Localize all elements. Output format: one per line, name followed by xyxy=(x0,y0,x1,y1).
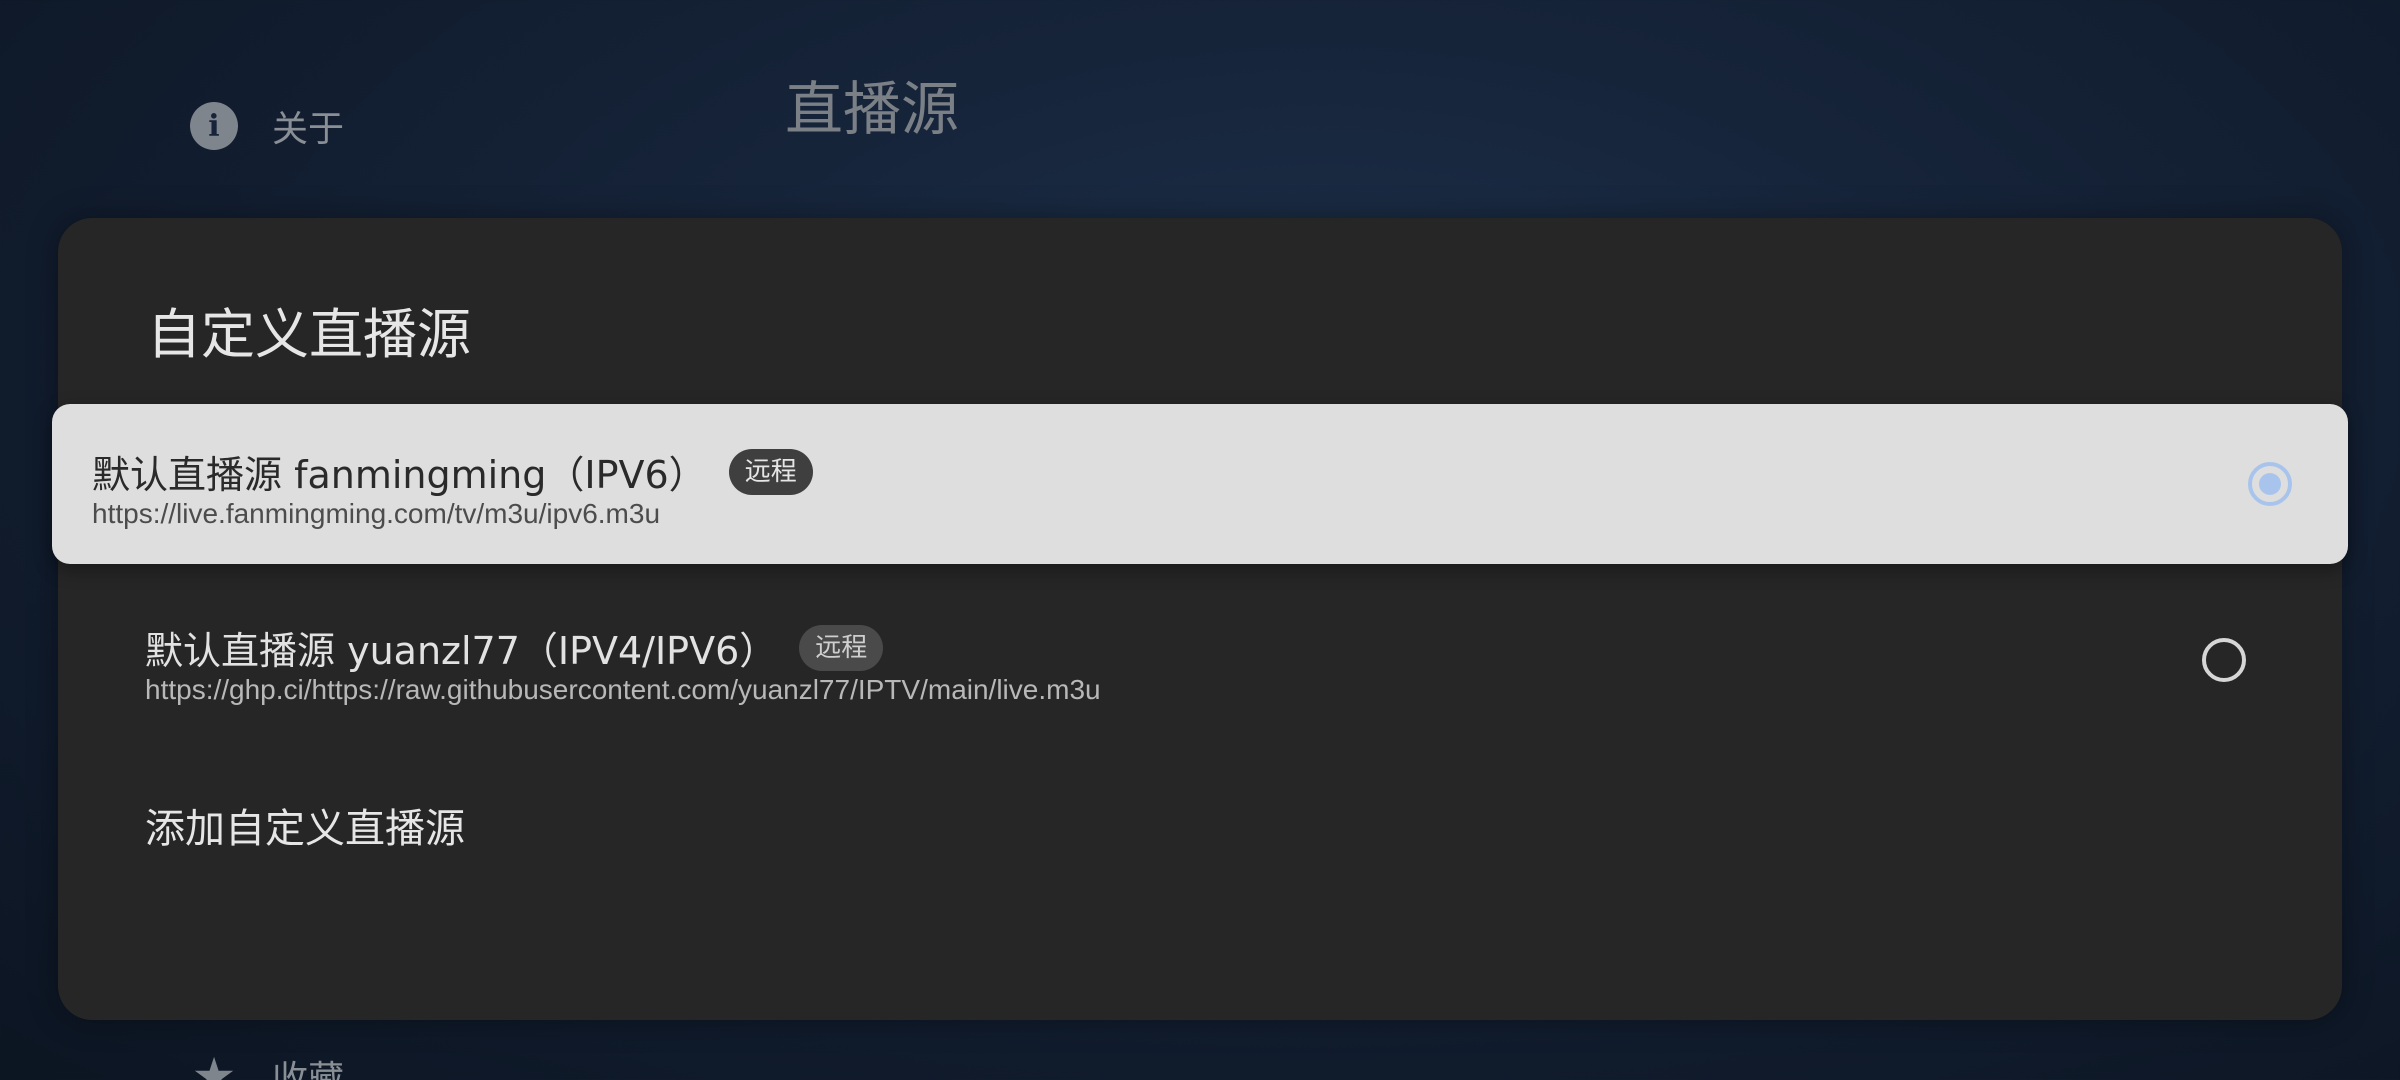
source-header: 默认直播源 yuanzl77（IPV4/IPV6） 远程 xyxy=(145,620,884,675)
source-header: 默认直播源 fanmingming（IPV6） 远程 xyxy=(92,444,813,499)
radio-selected-icon[interactable] xyxy=(2248,462,2292,506)
radio-unselected-icon[interactable] xyxy=(2202,638,2246,682)
source-badge: 远程 xyxy=(728,448,813,495)
sidebar-item-about[interactable]: i 关于 xyxy=(190,100,344,152)
add-custom-source-button[interactable]: 添加自定义直播源 xyxy=(145,796,465,854)
sidebar-item-favorites[interactable]: ★ 收藏 xyxy=(190,1050,344,1080)
sidebar-item-label: 关于 xyxy=(272,109,345,150)
source-badge: 远程 xyxy=(799,624,884,671)
source-item-yuanzl77[interactable]: 默认直播源 yuanzl77（IPV4/IPV6） 远程 https://ghp… xyxy=(58,600,2342,720)
source-name: 默认直播源 yuanzl77（IPV4/IPV6） xyxy=(145,629,778,673)
dialog-title: 自定义直播源 xyxy=(147,303,471,366)
source-url: https://ghp.ci/https://raw.githubusercon… xyxy=(145,674,1101,705)
source-url: https://live.fanmingming.com/tv/m3u/ipv6… xyxy=(92,498,661,529)
info-icon: i xyxy=(190,102,238,150)
sidebar-item-label: 收藏 xyxy=(272,1059,345,1080)
star-icon: ★ xyxy=(191,1047,237,1080)
source-item-fanmingming[interactable]: 默认直播源 fanmingming（IPV6） 远程 https://live.… xyxy=(52,404,2348,564)
source-name: 默认直播源 fanmingming（IPV6） xyxy=(92,453,707,497)
page-title: 直播源 xyxy=(785,75,960,143)
